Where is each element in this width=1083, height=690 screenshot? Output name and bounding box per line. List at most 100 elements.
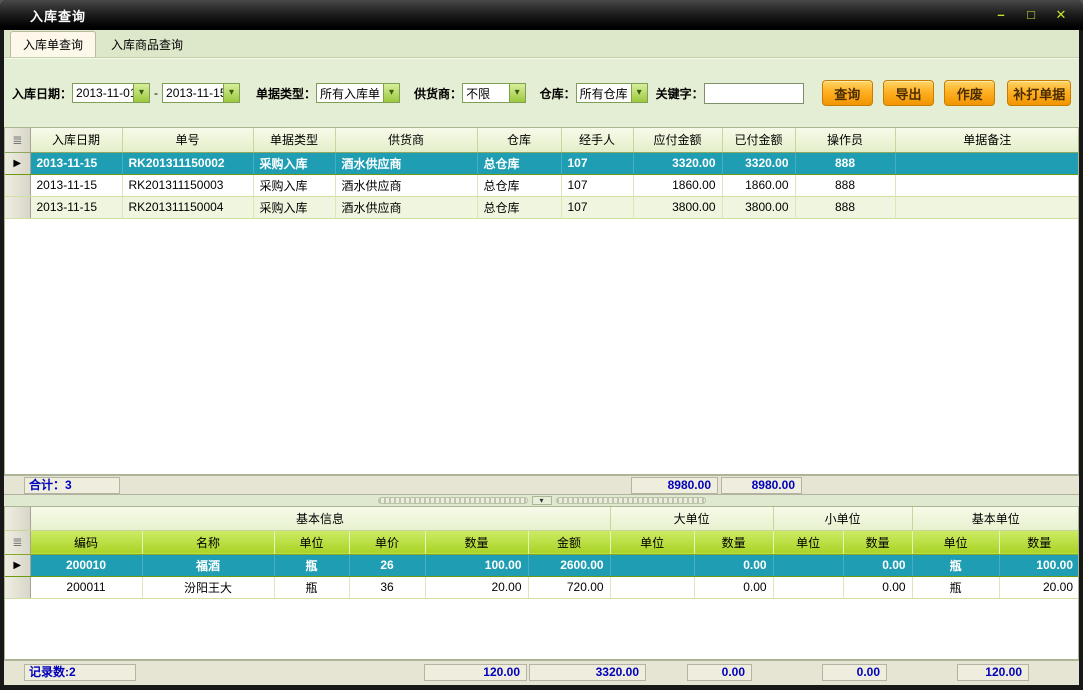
cell[interactable]: 100.00: [999, 553, 1078, 577]
cell[interactable]: [773, 576, 844, 599]
column-header[interactable]: 单据类型: [253, 128, 336, 153]
cell[interactable]: 采购入库: [253, 174, 336, 197]
cell[interactable]: 107: [561, 174, 634, 197]
cell[interactable]: 0.00: [843, 553, 913, 577]
column-header[interactable]: 操作员: [795, 128, 896, 153]
cell[interactable]: [610, 576, 695, 599]
cell[interactable]: 1860.00: [722, 174, 796, 197]
cell[interactable]: 2013-11-15: [30, 196, 123, 219]
cell[interactable]: 酒水供应商: [335, 174, 478, 197]
cell[interactable]: 20.00: [425, 576, 529, 599]
column-header[interactable]: 单位: [274, 530, 350, 555]
date-from-select[interactable]: 2013-11-01 ▾: [72, 83, 151, 103]
cell[interactable]: 总仓库: [477, 151, 562, 175]
cell[interactable]: 瓶: [274, 553, 350, 577]
column-header[interactable]: 单价: [349, 530, 426, 555]
tab-inbound-order-query[interactable]: 入库单查询: [10, 31, 97, 57]
column-header[interactable]: 数量: [425, 530, 529, 555]
cell[interactable]: 3320.00: [633, 151, 723, 175]
cell[interactable]: 2013-11-15: [30, 174, 123, 197]
table-row[interactable]: ▶ 200010 福酒瓶 26 100.00 2600.00 0.00 0.00 瓶 100.00: [5, 553, 1078, 577]
column-header[interactable]: 供货商: [335, 128, 478, 153]
column-header[interactable]: 仓库: [477, 128, 562, 153]
minimize-icon[interactable]: –: [993, 7, 1009, 23]
column-header[interactable]: 单据备注: [895, 128, 1078, 153]
cell[interactable]: [895, 174, 1078, 197]
cell[interactable]: 采购入库: [253, 196, 336, 219]
column-header[interactable]: 单位: [773, 530, 844, 555]
export-button[interactable]: 导出: [882, 80, 935, 106]
column-header[interactable]: 单位: [610, 530, 695, 555]
type-select[interactable]: 所有入库单 ▾: [316, 83, 401, 103]
cell[interactable]: [773, 553, 844, 577]
cell[interactable]: 瓶: [274, 576, 350, 599]
column-header[interactable]: 单位: [912, 530, 1000, 555]
cell[interactable]: [895, 196, 1078, 219]
cell[interactable]: 26: [349, 553, 426, 577]
table-row[interactable]: 2013-11-15 RK201311150003 采购入库 酒水供应商 总仓库 107 1…: [5, 174, 1078, 197]
keyword-input[interactable]: [703, 82, 804, 104]
cell[interactable]: 福酒: [142, 553, 275, 577]
cell[interactable]: RK201311150002: [122, 151, 254, 175]
chevron-down-icon[interactable]: ▾: [630, 84, 647, 102]
chevron-down-icon[interactable]: ▾: [383, 84, 400, 102]
column-header[interactable]: 金额: [528, 530, 611, 555]
cell[interactable]: 200010: [30, 553, 143, 577]
supplier-select[interactable]: 不限 ▾: [462, 83, 526, 103]
cell[interactable]: 0.00: [843, 576, 913, 599]
column-header[interactable]: 单号: [122, 128, 254, 153]
cell[interactable]: 2600.00: [528, 553, 611, 577]
column-header[interactable]: 名称: [142, 530, 275, 555]
cell[interactable]: 3320.00: [722, 151, 796, 175]
column-header[interactable]: 入库日期: [30, 128, 123, 153]
cell[interactable]: 200011: [30, 576, 143, 599]
warehouse-select[interactable]: 所有仓库 ▾: [575, 83, 648, 103]
chevron-down-icon[interactable]: ▾: [223, 84, 240, 102]
chevron-down-icon[interactable]: ▾: [133, 84, 150, 102]
column-header[interactable]: 数量: [843, 530, 913, 555]
collapse-panel-button[interactable]: ▾: [531, 496, 552, 505]
cell[interactable]: 100.00: [425, 553, 529, 577]
cell[interactable]: 107: [561, 196, 634, 219]
cell[interactable]: 107: [561, 151, 634, 175]
cell[interactable]: [610, 553, 695, 577]
tab-inbound-goods-query[interactable]: 入库商品查询: [98, 31, 196, 57]
cell[interactable]: 888: [795, 151, 896, 175]
cell[interactable]: 3800.00: [633, 196, 723, 219]
close-icon[interactable]: ✕: [1053, 7, 1069, 23]
cell[interactable]: 总仓库: [477, 196, 562, 219]
query-button[interactable]: 查询: [821, 80, 873, 106]
cell[interactable]: 瓶: [912, 553, 1000, 577]
column-header[interactable]: 数量: [999, 530, 1078, 555]
reprint-button[interactable]: 补打单据: [1007, 80, 1071, 106]
column-header[interactable]: 已付金额: [722, 128, 796, 153]
table-row[interactable]: 200011 汾阳王大瓶 36 20.00 720.00 0.00 0.00 瓶 20.00: [5, 576, 1078, 599]
date-to-select[interactable]: 2013-11-15 ▾: [162, 83, 241, 103]
cell[interactable]: 酒水供应商: [335, 196, 478, 219]
cell[interactable]: 888: [795, 196, 896, 219]
cell[interactable]: [895, 151, 1078, 175]
cell[interactable]: 36: [349, 576, 426, 599]
cell[interactable]: 采购入库: [253, 151, 336, 175]
cell[interactable]: 酒水供应商: [335, 151, 478, 175]
cell[interactable]: 720.00: [528, 576, 611, 599]
cell[interactable]: 总仓库: [477, 174, 562, 197]
maximize-icon[interactable]: □: [1023, 7, 1039, 23]
cell[interactable]: 瓶: [912, 576, 1000, 599]
cell[interactable]: 0.00: [694, 553, 774, 577]
cell[interactable]: 汾阳王大: [142, 576, 275, 599]
splitter-grip[interactable]: [555, 497, 706, 504]
cell[interactable]: 888: [795, 174, 896, 197]
column-header[interactable]: 经手人: [561, 128, 634, 153]
table-row[interactable]: 2013-11-15 RK201311150004 采购入库 酒水供应商 总仓库 107 3…: [5, 196, 1078, 219]
table-row[interactable]: ▶ 2013-11-15 RK201311150002 采购入库 酒水供应商 总仓库 107…: [5, 151, 1078, 175]
cell[interactable]: 1860.00: [633, 174, 723, 197]
cell[interactable]: 2013-11-15: [30, 151, 123, 175]
column-header[interactable]: 应付金额: [633, 128, 723, 153]
void-button[interactable]: 作废: [944, 80, 996, 106]
column-header[interactable]: 编码: [30, 530, 143, 555]
cell[interactable]: 0.00: [694, 576, 774, 599]
panel-splitter[interactable]: ▾: [4, 495, 1079, 506]
cell[interactable]: RK201311150003: [122, 174, 254, 197]
column-header[interactable]: 数量: [694, 530, 774, 555]
